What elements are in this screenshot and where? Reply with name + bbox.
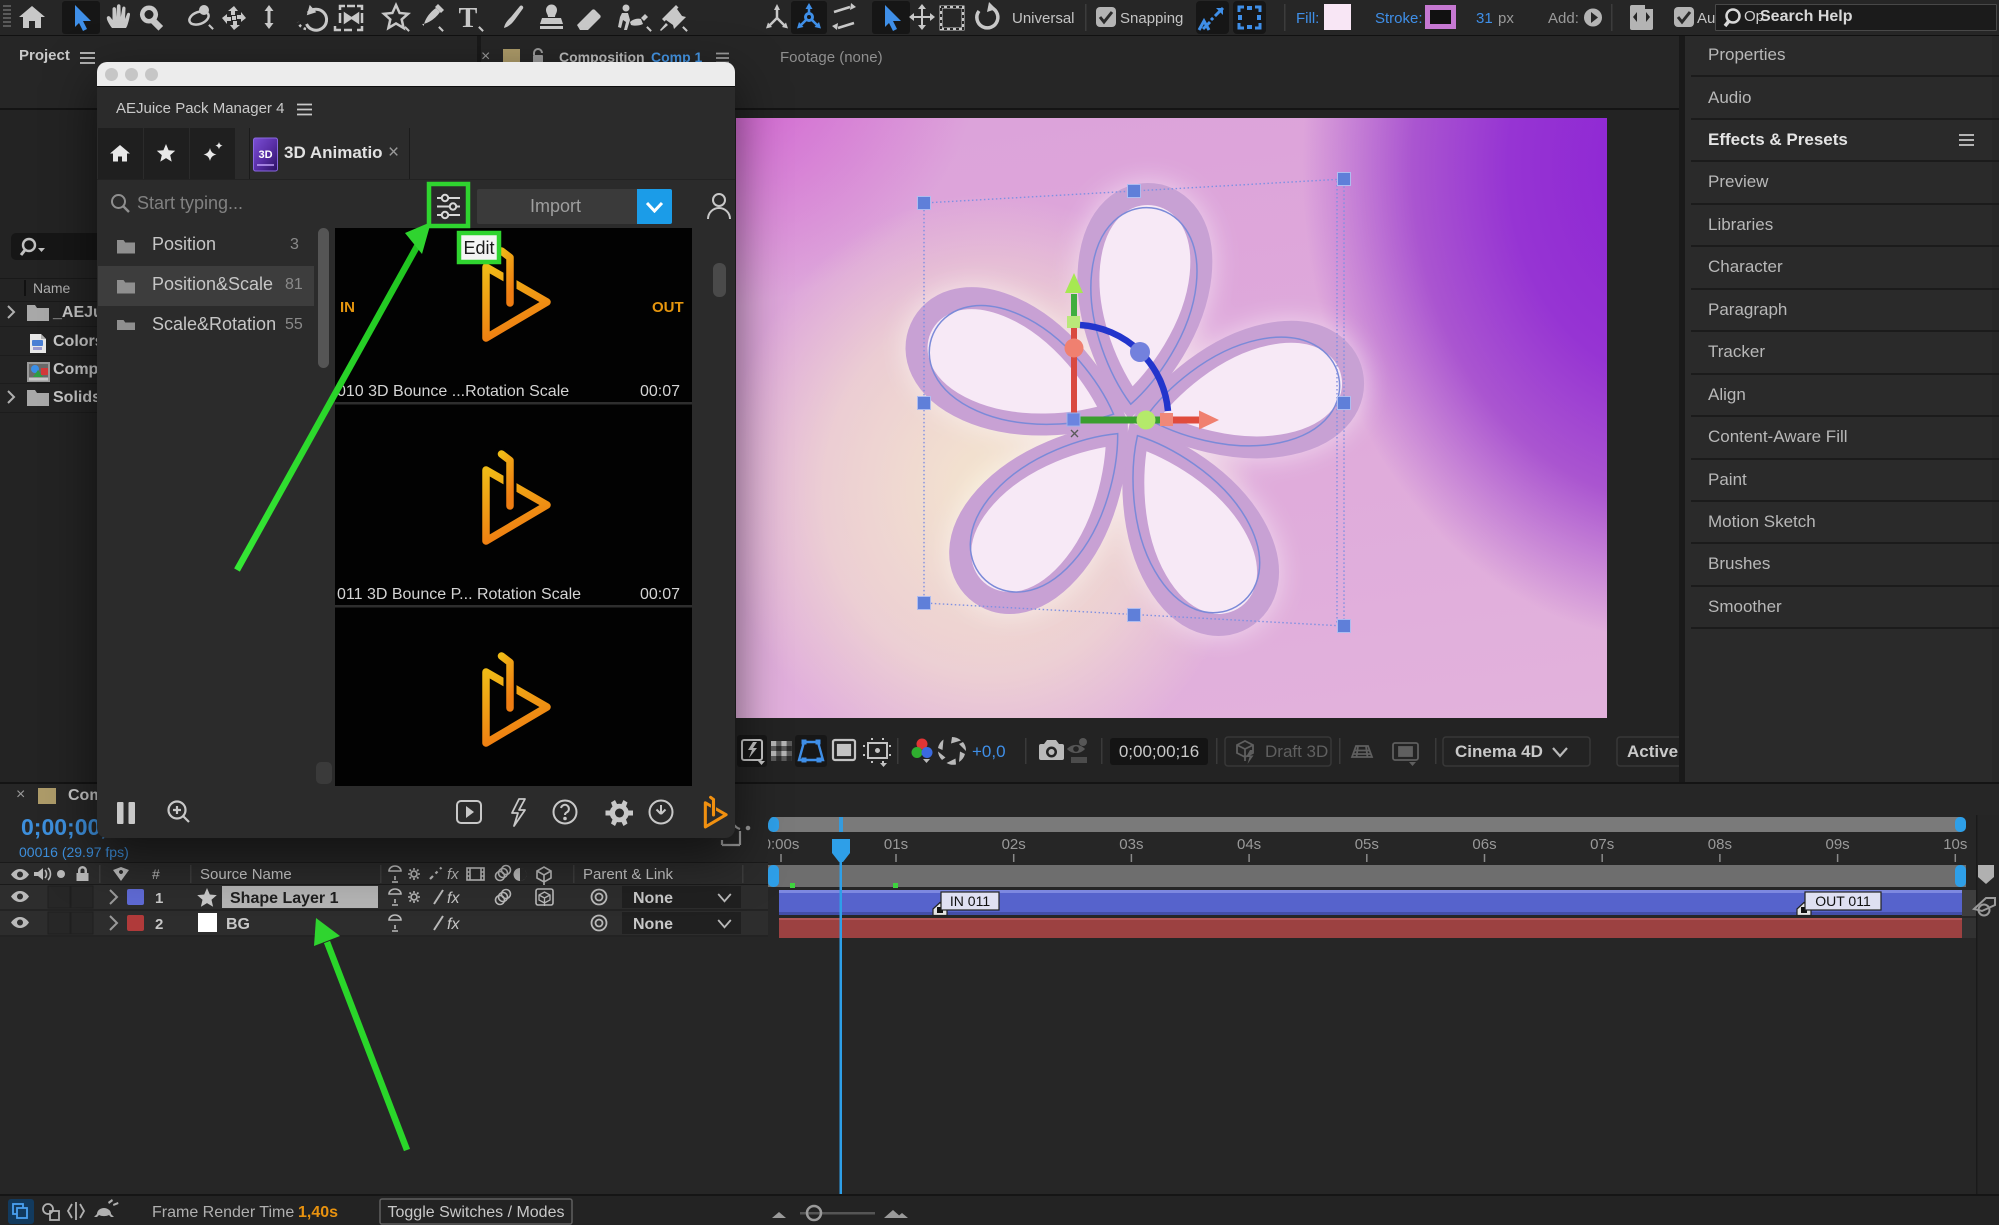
svg-text:Edit: Edit: [463, 238, 494, 258]
